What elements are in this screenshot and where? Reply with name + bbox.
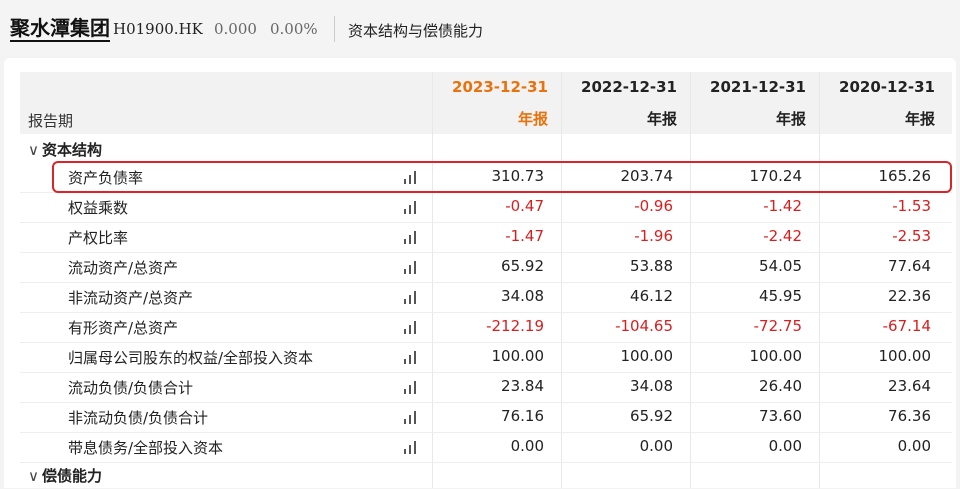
row-value: 0.00 xyxy=(768,437,802,455)
bar-chart-icon-bar xyxy=(404,449,406,454)
row-label: 权益乘数 xyxy=(68,199,129,217)
bar-chart-icon-bar xyxy=(409,325,411,334)
row-value: -2.42 xyxy=(763,227,802,245)
row-value: 45.95 xyxy=(759,287,802,305)
bar-chart-icon-bar xyxy=(409,385,411,394)
table-row: 有形资产/总资产 -212.19 -104.65 -72.75 -67.14 xyxy=(20,312,952,342)
row-value: -2.53 xyxy=(892,227,931,245)
bar-chart-icon-bar xyxy=(404,209,406,214)
row-value: 53.88 xyxy=(630,257,673,275)
column-type-2: 年报 xyxy=(775,110,806,128)
row-value: -1.47 xyxy=(505,227,544,245)
row-value: 65.92 xyxy=(630,407,673,425)
row-value: -104.65 xyxy=(615,317,673,335)
row-value: 46.12 xyxy=(630,287,673,305)
row-value: -67.14 xyxy=(882,317,931,335)
row-value: -1.96 xyxy=(634,227,673,245)
row-value: 23.64 xyxy=(888,377,931,395)
column-type-3: 年报 xyxy=(904,110,935,128)
ticker-code: H01900.HK xyxy=(113,20,203,38)
header-divider xyxy=(334,16,335,42)
row-value: -212.19 xyxy=(486,317,544,335)
table-header: 报告期 2023-12-31 年报 2022-12-31 年报 2021-12-31 年报… xyxy=(20,72,952,134)
bar-chart-icon-bar xyxy=(404,329,406,334)
table-row: 权益乘数 -0.47 -0.96 -1.42 -1.53 xyxy=(20,192,952,222)
row-value: -72.75 xyxy=(753,317,802,335)
bar-chart-icon-bar xyxy=(404,269,406,274)
column-date-1[interactable]: 2022-12-31 xyxy=(549,78,677,96)
row-label: 有形资产/总资产 xyxy=(68,319,179,337)
row-divider xyxy=(20,462,952,463)
row-value: 100.00 xyxy=(878,347,932,365)
row-label: 非流动负债/负债合计 xyxy=(68,409,209,427)
group-row[interactable]: ∨ 资本结构 xyxy=(28,139,102,163)
row-value: 77.64 xyxy=(888,257,931,275)
chevron-down-icon[interactable]: ∨ xyxy=(28,467,42,485)
bar-chart-icon-bar xyxy=(409,265,411,274)
row-label: 归属母公司股东的权益/全部投入资本 xyxy=(68,349,314,367)
row-label: 带息债务/全部投入资本 xyxy=(68,439,224,457)
row-value: 100.00 xyxy=(749,347,803,365)
row-value: -0.47 xyxy=(505,197,544,215)
stock-price: 0.000 xyxy=(214,20,257,38)
column-type-0: 年报 xyxy=(517,110,548,128)
top-bar: 聚水潭集团 H01900.HK 0.000 0.00% 资本结构与偿债能力 xyxy=(0,0,960,56)
chevron-down-icon[interactable]: ∨ xyxy=(28,141,42,159)
group-row[interactable]: ∨ 偿债能力 xyxy=(28,465,102,489)
row-value: 76.36 xyxy=(888,407,931,425)
row-value: -1.53 xyxy=(892,197,931,215)
table-row: 流动负债/负债合计 23.84 34.08 26.40 23.64 xyxy=(20,372,952,402)
column-date-3[interactable]: 2020-12-31 xyxy=(807,78,935,96)
row-value: 23.84 xyxy=(501,377,544,395)
row-value: 100.00 xyxy=(620,347,674,365)
bar-chart-icon-bar xyxy=(404,359,406,364)
row-label: 流动负债/负债合计 xyxy=(68,379,194,397)
bar-chart-icon-bar xyxy=(409,295,411,304)
bar-chart-icon-bar xyxy=(404,389,406,394)
bar-chart-icon-bar xyxy=(404,299,406,304)
row-value: 0.00 xyxy=(897,437,931,455)
table-row: 流动资产/总资产 65.92 53.88 54.05 77.64 xyxy=(20,252,952,282)
bar-chart-icon-bar xyxy=(409,445,411,454)
bar-chart-icon-bar xyxy=(404,239,406,244)
table-row: 产权比率 -1.47 -1.96 -2.42 -2.53 xyxy=(20,222,952,252)
row-label: 非流动资产/总资产 xyxy=(68,289,194,307)
row-value: -1.42 xyxy=(763,197,802,215)
bar-chart-icon-bar xyxy=(409,205,411,214)
column-date-0[interactable]: 2023-12-31 xyxy=(420,78,548,96)
company-name[interactable]: 聚水潭集团 xyxy=(10,17,110,42)
column-date-2[interactable]: 2021-12-31 xyxy=(678,78,806,96)
bar-chart-icon-bar xyxy=(409,355,411,364)
row-value: -0.96 xyxy=(634,197,673,215)
table-row: 非流动负债/负债合计 76.16 65.92 73.60 76.36 xyxy=(20,402,952,432)
group-label: 偿债能力 xyxy=(42,467,103,485)
row-label: 产权比率 xyxy=(68,229,129,247)
row-value: 0.00 xyxy=(639,437,673,455)
bar-chart-icon-bar xyxy=(409,235,411,244)
highlight-box xyxy=(52,161,952,193)
price-change-pct: 0.00% xyxy=(270,20,318,38)
table-row: 归属母公司股东的权益/全部投入资本 100.00 100.00 100.00 100.0… xyxy=(20,342,952,372)
bar-chart-icon-bar xyxy=(404,419,406,424)
row-value: 26.40 xyxy=(759,377,802,395)
row-value: 22.36 xyxy=(888,287,931,305)
row-label: 流动资产/总资产 xyxy=(68,259,179,277)
column-type-1: 年报 xyxy=(646,110,677,128)
section-title[interactable]: 资本结构与偿债能力 xyxy=(348,20,483,41)
table-row: 带息债务/全部投入资本 0.00 0.00 0.00 0.00 xyxy=(20,432,952,462)
row-value: 54.05 xyxy=(759,257,802,275)
period-label: 报告期 xyxy=(28,112,74,130)
row-value: 73.60 xyxy=(759,407,802,425)
row-value: 34.08 xyxy=(501,287,544,305)
row-value: 0.00 xyxy=(510,437,544,455)
row-value: 65.92 xyxy=(501,257,544,275)
financial-table-panel: 报告期 2023-12-31 年报 2022-12-31 年报 2021-12-31 年报… xyxy=(4,58,956,488)
row-value: 34.08 xyxy=(630,377,673,395)
row-value: 100.00 xyxy=(491,347,545,365)
bar-chart-icon-bar xyxy=(409,415,411,424)
row-value: 76.16 xyxy=(501,407,544,425)
group-label: 资本结构 xyxy=(42,141,103,159)
table-row: 非流动资产/总资产 34.08 46.12 45.95 22.36 xyxy=(20,282,952,312)
